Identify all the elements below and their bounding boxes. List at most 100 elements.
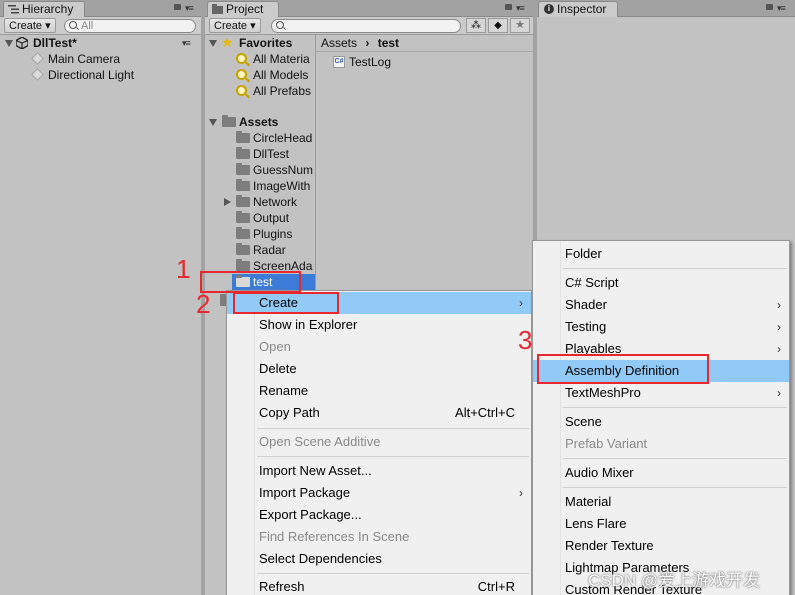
csharp-script-icon: C#: [333, 56, 345, 68]
favorite-item-label: All Materia: [253, 52, 310, 66]
menu-item-open[interactable]: Open: [227, 336, 531, 358]
gameobject-icon: [31, 68, 44, 81]
submenu-item-csharp-script[interactable]: C# Script: [533, 272, 789, 294]
tab-inspector[interactable]: i Inspector: [538, 1, 618, 17]
submenu-item-shader[interactable]: Shader ›: [533, 294, 789, 316]
submenu-item-folder[interactable]: Folder: [533, 243, 789, 265]
menu-item-label: Rename: [259, 383, 309, 398]
annotation-box-test-folder: [200, 271, 301, 293]
favorites-row[interactable]: ★ Favorites: [205, 34, 315, 51]
assets-fold-icon[interactable]: [209, 119, 217, 126]
tab-inspector-label: Inspector: [557, 2, 607, 16]
menu-item-copy-path[interactable]: Copy Path Alt+Ctrl+C: [227, 402, 531, 424]
search-by-label-icon[interactable]: ◆: [488, 18, 508, 33]
hierarchy-search-input[interactable]: All: [64, 19, 196, 33]
inspector-panel-menu-icon[interactable]: ▾≡: [777, 3, 786, 14]
hierarchy-create-button[interactable]: Create ▾: [4, 18, 56, 33]
hierarchy-panel: Hierarchy ▾≡ Create ▾ All DllTest* ▾≡ Ma…: [0, 0, 201, 595]
hierarchy-item-label: Main Camera: [48, 52, 121, 66]
asset-folder[interactable]: ImageWith: [205, 178, 315, 194]
scene-menu-icon[interactable]: ▾≡: [182, 35, 191, 51]
menu-item-label: Refresh: [259, 579, 305, 594]
favorite-item[interactable]: All Models: [205, 67, 315, 83]
favorite-item[interactable]: All Materia: [205, 51, 315, 67]
breadcrumb-root[interactable]: Assets: [321, 36, 357, 50]
menu-item-label: Import New Asset...: [259, 463, 372, 478]
scene-row[interactable]: DllTest* ▾≡: [0, 35, 201, 51]
menu-item-delete[interactable]: Delete: [227, 358, 531, 380]
favorite-item[interactable]: All Prefabs: [205, 83, 315, 99]
tab-hierarchy-label: Hierarchy: [22, 2, 74, 16]
asset-folder[interactable]: Plugins: [205, 226, 315, 242]
context-menu: Create › Show in Explorer Open Delete Ren…: [226, 290, 532, 595]
asset-folder[interactable]: DllTest: [205, 146, 315, 162]
menu-item-export-package[interactable]: Export Package...: [227, 504, 531, 526]
menu-shortcut: Ctrl+R: [477, 579, 515, 594]
folder-icon: [236, 163, 250, 175]
menu-item-label: Audio Mixer: [565, 465, 634, 480]
menu-item-open-scene-additive[interactable]: Open Scene Additive: [227, 431, 531, 453]
submenu-item-material[interactable]: Material: [533, 491, 789, 513]
breadcrumb-chevron-icon: ›: [365, 36, 370, 50]
project-panel-menu-icon[interactable]: ▾≡: [516, 3, 525, 14]
menu-item-label: Export Package...: [259, 507, 362, 522]
tab-hierarchy[interactable]: Hierarchy: [3, 1, 85, 17]
folder-icon: [236, 131, 250, 143]
menu-item-label: TextMeshPro: [565, 385, 641, 400]
submenu-item-render-texture[interactable]: Render Texture: [533, 535, 789, 557]
hierarchy-item[interactable]: Main Camera: [0, 51, 201, 67]
asset-folder[interactable]: Radar: [205, 242, 315, 258]
hierarchy-lock-icon[interactable]: [174, 4, 181, 10]
asset-folder-label: Output: [253, 211, 290, 225]
hierarchy-item[interactable]: Directional Light: [0, 67, 201, 83]
submenu-item-textmeshpro[interactable]: TextMeshPro ›: [533, 382, 789, 404]
asset-folder[interactable]: Output: [205, 210, 315, 226]
submenu-item-scene[interactable]: Scene: [533, 411, 789, 433]
submenu-item-lens-flare[interactable]: Lens Flare: [533, 513, 789, 535]
tab-project[interactable]: Project: [207, 1, 279, 17]
menu-item-import-new-asset[interactable]: Import New Asset...: [227, 460, 531, 482]
favorite-star-icon[interactable]: ★: [510, 18, 530, 33]
menu-item-find-references[interactable]: Find References In Scene: [227, 526, 531, 548]
menu-item-select-dependencies[interactable]: Select Dependencies: [227, 548, 531, 570]
menu-item-rename[interactable]: Rename: [227, 380, 531, 402]
inspector-lock-icon[interactable]: [766, 4, 773, 10]
assets-label: Assets: [239, 115, 279, 129]
assets-row[interactable]: Assets: [205, 114, 315, 130]
asset-folder[interactable]: Network: [205, 194, 315, 210]
tab-project-label: Project: [226, 2, 264, 16]
menu-item-import-package[interactable]: Import Package ›: [227, 482, 531, 504]
menu-item-label: Prefab Variant: [565, 436, 648, 451]
saved-search-icon: [236, 53, 247, 64]
asset-folder[interactable]: CircleHead: [205, 130, 315, 146]
menu-item-refresh[interactable]: Refresh Ctrl+R: [227, 576, 531, 595]
menu-item-show-in-explorer[interactable]: Show in Explorer: [227, 314, 531, 336]
search-icon: [69, 21, 77, 29]
breadcrumb-current[interactable]: test: [378, 36, 399, 50]
submenu-item-prefab-variant[interactable]: Prefab Variant: [533, 433, 789, 455]
annotation-box-create: [233, 292, 339, 314]
submenu-item-audio-mixer[interactable]: Audio Mixer: [533, 462, 789, 484]
file-item[interactable]: C# TestLog: [316, 54, 533, 70]
menu-item-label: Select Dependencies: [259, 551, 382, 566]
project-search-input[interactable]: [271, 19, 461, 33]
menu-item-label: Lens Flare: [565, 516, 627, 531]
menu-item-label: Show in Explorer: [259, 317, 358, 332]
unity-scene-icon: [16, 37, 28, 49]
asset-folder-label: ImageWith: [253, 179, 311, 193]
folder-expand-icon[interactable]: [224, 198, 231, 206]
scene-fold-icon[interactable]: [5, 40, 13, 47]
project-create-button[interactable]: Create ▾: [209, 18, 261, 33]
menu-item-label: Open Scene Additive: [259, 434, 381, 449]
asset-folder[interactable]: GuessNum: [205, 162, 315, 178]
menu-separator: [257, 456, 529, 457]
hierarchy-panel-menu-icon[interactable]: ▾≡: [185, 3, 194, 14]
folder-icon: [236, 243, 250, 255]
submenu-item-testing[interactable]: Testing ›: [533, 316, 789, 338]
hierarchy-toolbar: Create ▾ All: [0, 17, 201, 35]
search-by-type-icon[interactable]: ⁂: [466, 18, 486, 33]
project-lock-icon[interactable]: [505, 4, 512, 10]
favorites-fold-icon[interactable]: [209, 40, 217, 47]
menu-item-label: Import Package: [259, 485, 351, 500]
folder-icon: [236, 211, 250, 223]
